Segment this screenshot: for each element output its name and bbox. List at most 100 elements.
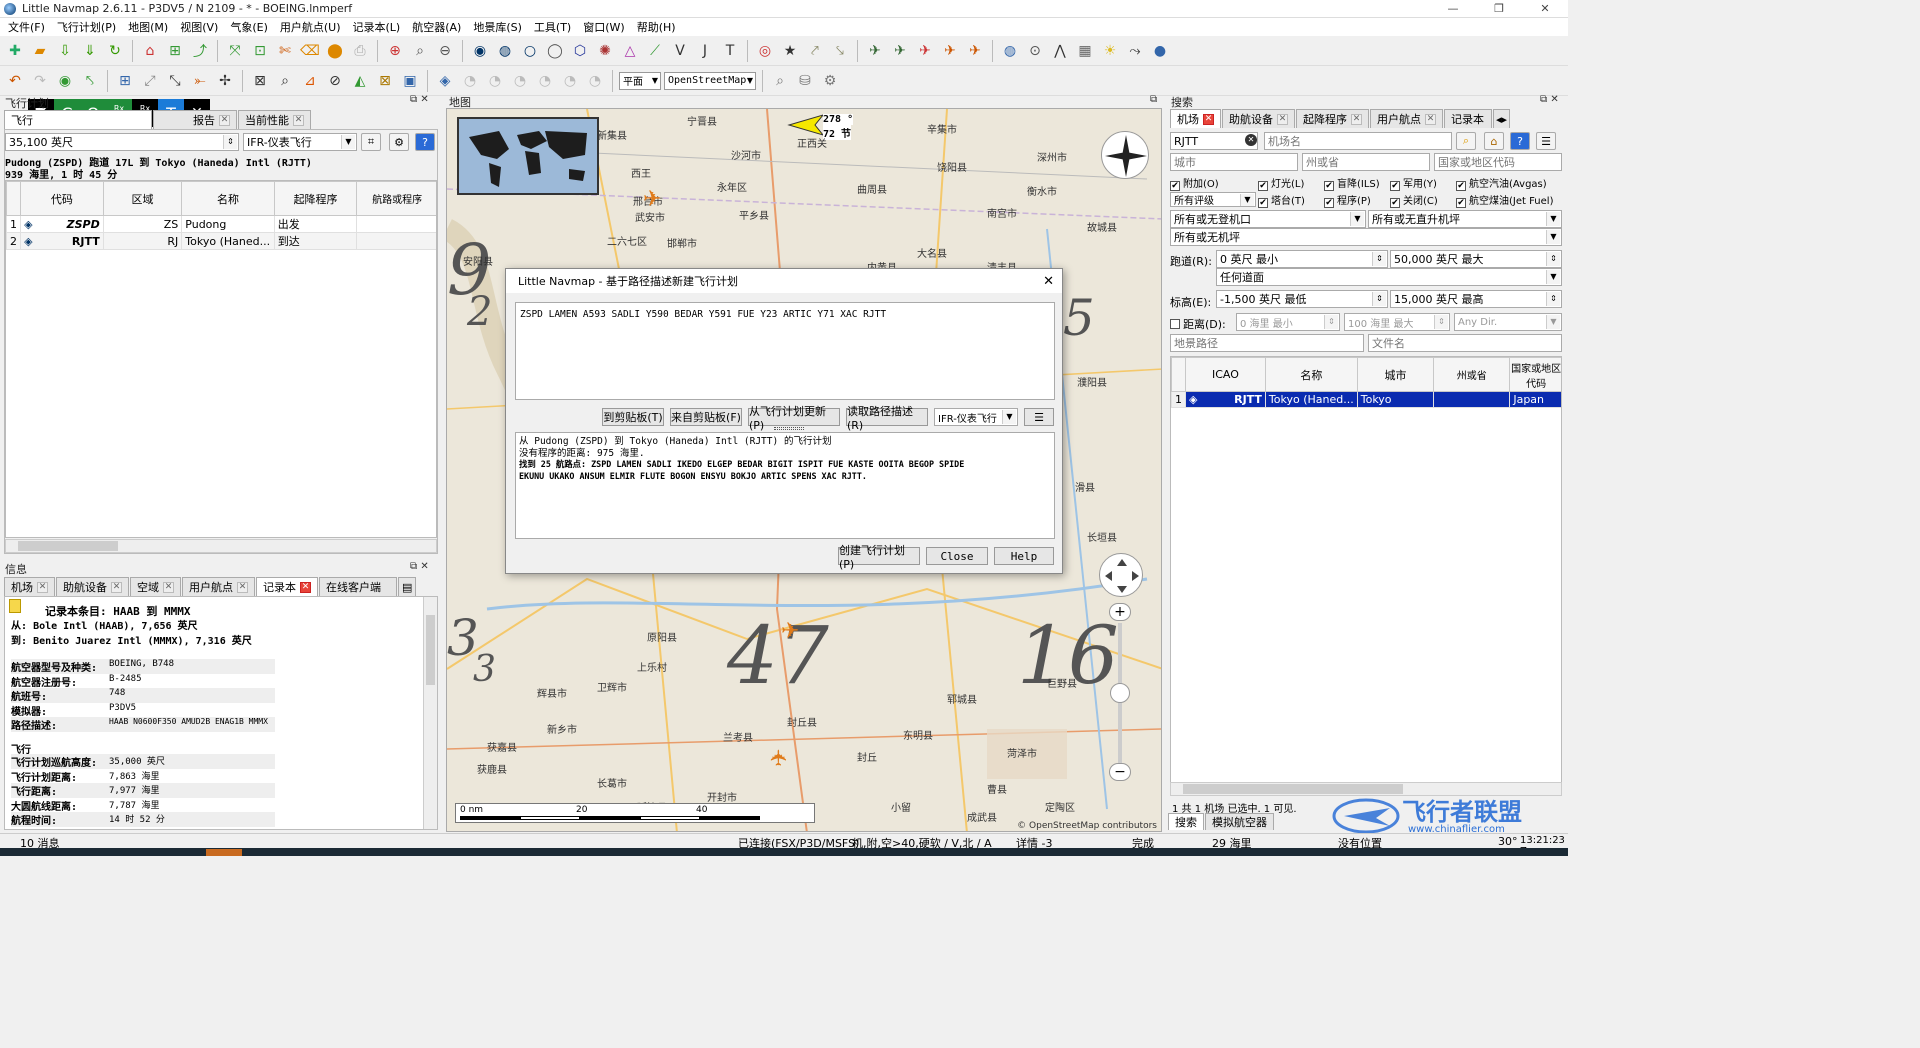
col-city[interactable]: 城市: [1356, 357, 1435, 392]
info-dock-buttons[interactable]: ⧉ ✕: [410, 561, 429, 572]
clear-icon[interactable]: ⌫: [299, 40, 321, 62]
airport-empty-icon[interactable]: ○: [519, 40, 541, 62]
ai-aircraft-icon[interactable]: ✈: [781, 619, 799, 644]
sim-6-icon[interactable]: ◔: [584, 70, 606, 92]
tab-info-userpoint[interactable]: 用户航点 ✕: [182, 577, 255, 596]
map-search-icon[interactable]: ⌕: [274, 70, 296, 92]
help-icon[interactable]: ?: [415, 133, 435, 151]
map-route-icon[interactable]: ⊿: [299, 70, 321, 92]
new-plan-icon[interactable]: ✚: [4, 40, 26, 62]
tab-sim-aircraft[interactable]: 模拟航空器: [1205, 813, 1274, 830]
save-icon[interactable]: ⇓: [79, 40, 101, 62]
append-icon[interactable]: ⊞: [114, 70, 136, 92]
zoom-in-button[interactable]: +: [1109, 603, 1131, 621]
image-icon[interactable]: ▣: [399, 70, 421, 92]
zoom-out-button[interactable]: −: [1109, 763, 1131, 781]
from-clipboard-button[interactable]: 来自剪贴板(F): [670, 408, 742, 426]
menu-userpoints[interactable]: 用户航点(U): [274, 19, 347, 35]
col-region[interactable]: 区域: [102, 181, 183, 216]
map-label-icon[interactable]: ⊘: [324, 70, 346, 92]
track-icon[interactable]: T: [719, 40, 741, 62]
settings-gear-icon[interactable]: ⚙: [819, 70, 841, 92]
minimize-button[interactable]: —: [1430, 2, 1476, 15]
table-row[interactable]: 2 ◈ RJTT RJ Tokyo (Haned... 到达: [6, 232, 436, 250]
missed-approach-icon[interactable]: ⤥: [829, 40, 851, 62]
read-route-button[interactable]: 读取路径描述(R): [846, 405, 928, 432]
sim-5-icon[interactable]: ◔: [559, 70, 581, 92]
elev-max-spinbox[interactable]: 15,000 英尺 最高 ⇕: [1390, 290, 1562, 308]
flightplan-hscrollbar[interactable]: [5, 539, 437, 553]
ndb-icon[interactable]: ✺: [594, 40, 616, 62]
projection-combo[interactable]: 平面 ▼: [619, 71, 661, 90]
search-icon[interactable]: ⌕: [1456, 132, 1476, 150]
menu-file[interactable]: 文件(F): [2, 19, 51, 35]
table-row[interactable]: 1 ◈ ZSPD ZS Pudong 出发: [6, 215, 436, 233]
helipad-combo[interactable]: 所有或无直升机坪 ▼: [1368, 210, 1562, 228]
add-waypoint-icon[interactable]: ⊞: [164, 40, 186, 62]
grid-icon[interactable]: ◍: [999, 40, 1021, 62]
reload-icon[interactable]: ↻: [104, 40, 126, 62]
menu-window[interactable]: 窗口(W): [577, 19, 630, 35]
col-procedure[interactable]: 起降程序: [273, 181, 358, 216]
menu-aircraft[interactable]: 航空器(A): [406, 19, 467, 35]
edit-route-icon[interactable]: ⤣: [79, 70, 101, 92]
aircraft-icon[interactable]: ✈: [864, 40, 886, 62]
rating-combo[interactable]: 所有评级 ▼: [1170, 192, 1256, 207]
menu-tools[interactable]: 工具(T): [528, 19, 577, 35]
compass-rose-icon[interactable]: ⊙: [1024, 40, 1046, 62]
zoom-slider-handle[interactable]: [1110, 683, 1130, 703]
dialog-flight-type-combo[interactable]: IFR-仪表飞行 ▼: [934, 408, 1018, 426]
addon-airport-icon[interactable]: ◯: [544, 40, 566, 62]
check-military[interactable]: ✔ 军用(Y): [1390, 175, 1456, 191]
userpoint-icon[interactable]: ★: [779, 40, 801, 62]
vor-icon[interactable]: ⬡: [569, 40, 591, 62]
terrain-icon[interactable]: ◭: [349, 70, 371, 92]
map-pan-control[interactable]: [1099, 553, 1143, 597]
check-avgas[interactable]: ✔ 航空汽油(Avgas): [1456, 175, 1556, 191]
runway-max-spinbox[interactable]: 50,000 英尺 最大 ⇕: [1390, 250, 1562, 268]
map-zoom-control[interactable]: + −: [1109, 603, 1133, 783]
scenery-path-input[interactable]: [1170, 334, 1364, 352]
info-tab-menu-icon[interactable]: ▤: [398, 577, 417, 596]
country-input[interactable]: [1434, 153, 1562, 171]
database-icon[interactable]: ⛁: [794, 70, 816, 92]
dist-max-spinbox[interactable]: 100 海里 最大 ⇕: [1344, 313, 1450, 331]
to-clipboard-button[interactable]: 到剪贴板(T): [602, 408, 664, 426]
sim-4-icon[interactable]: ◔: [534, 70, 556, 92]
city-input[interactable]: [1170, 153, 1298, 171]
maximize-button[interactable]: ❐: [1476, 2, 1522, 15]
dist-dir-combo[interactable]: Any Dir. ▼: [1454, 313, 1562, 331]
menu-view[interactable]: 视图(V): [174, 19, 224, 35]
settings-icon[interactable]: ⚙: [389, 133, 409, 151]
tab-report[interactable]: 报告 ✕: [153, 110, 237, 129]
check-tower[interactable]: ✔ 塔台(T): [1258, 192, 1324, 208]
tab-flightplan[interactable]: 飞行: [4, 110, 152, 129]
tab-info-airspace[interactable]: 空域 ✕: [130, 577, 181, 596]
surface-combo[interactable]: 任何道面 ▼: [1216, 268, 1562, 286]
tab-search-main[interactable]: 搜索: [1168, 813, 1204, 830]
filename-input[interactable]: [1368, 334, 1562, 352]
open-folder-icon[interactable]: ▰: [29, 40, 51, 62]
tab-info-navaid[interactable]: 助航设备 ✕: [56, 577, 129, 596]
menu-flightplan[interactable]: 飞行计划(P): [51, 19, 122, 35]
airport-icon[interactable]: ◉: [469, 40, 491, 62]
ai-aircraft-icon[interactable]: ✈: [768, 748, 793, 766]
flightplan-icon[interactable]: ⤤: [804, 40, 826, 62]
col-airway[interactable]: 航路或程序: [356, 181, 436, 216]
search-dock-buttons[interactable]: ⧉ ✕: [1540, 94, 1559, 105]
ai-ship-icon[interactable]: ✈: [939, 40, 961, 62]
col-country[interactable]: 国家或地区代码: [1509, 357, 1561, 392]
ai-aircraft-icon[interactable]: ✈: [914, 40, 936, 62]
zoom-out-icon[interactable]: ⊖: [434, 40, 456, 62]
weather-icon[interactable]: ☀: [1099, 40, 1121, 62]
check-jetfuel[interactable]: ✔ 航空煤油(Jet Fuel): [1456, 192, 1562, 208]
close-window-button[interactable]: ✕: [1522, 2, 1568, 15]
locate-icon[interactable]: ◉: [54, 70, 76, 92]
reset-icon[interactable]: ⌂: [1484, 132, 1504, 150]
apron-combo[interactable]: 所有或无登机口 ▼: [1170, 210, 1366, 228]
tab-search-userpoint[interactable]: 用户航点 ✕: [1370, 109, 1443, 128]
tab-info-logbook[interactable]: 记录本 ✕: [256, 577, 318, 596]
direct-to-icon[interactable]: ✢: [214, 70, 236, 92]
jet-airway-icon[interactable]: J: [694, 40, 716, 62]
calc-icon[interactable]: ⌗: [361, 133, 381, 151]
